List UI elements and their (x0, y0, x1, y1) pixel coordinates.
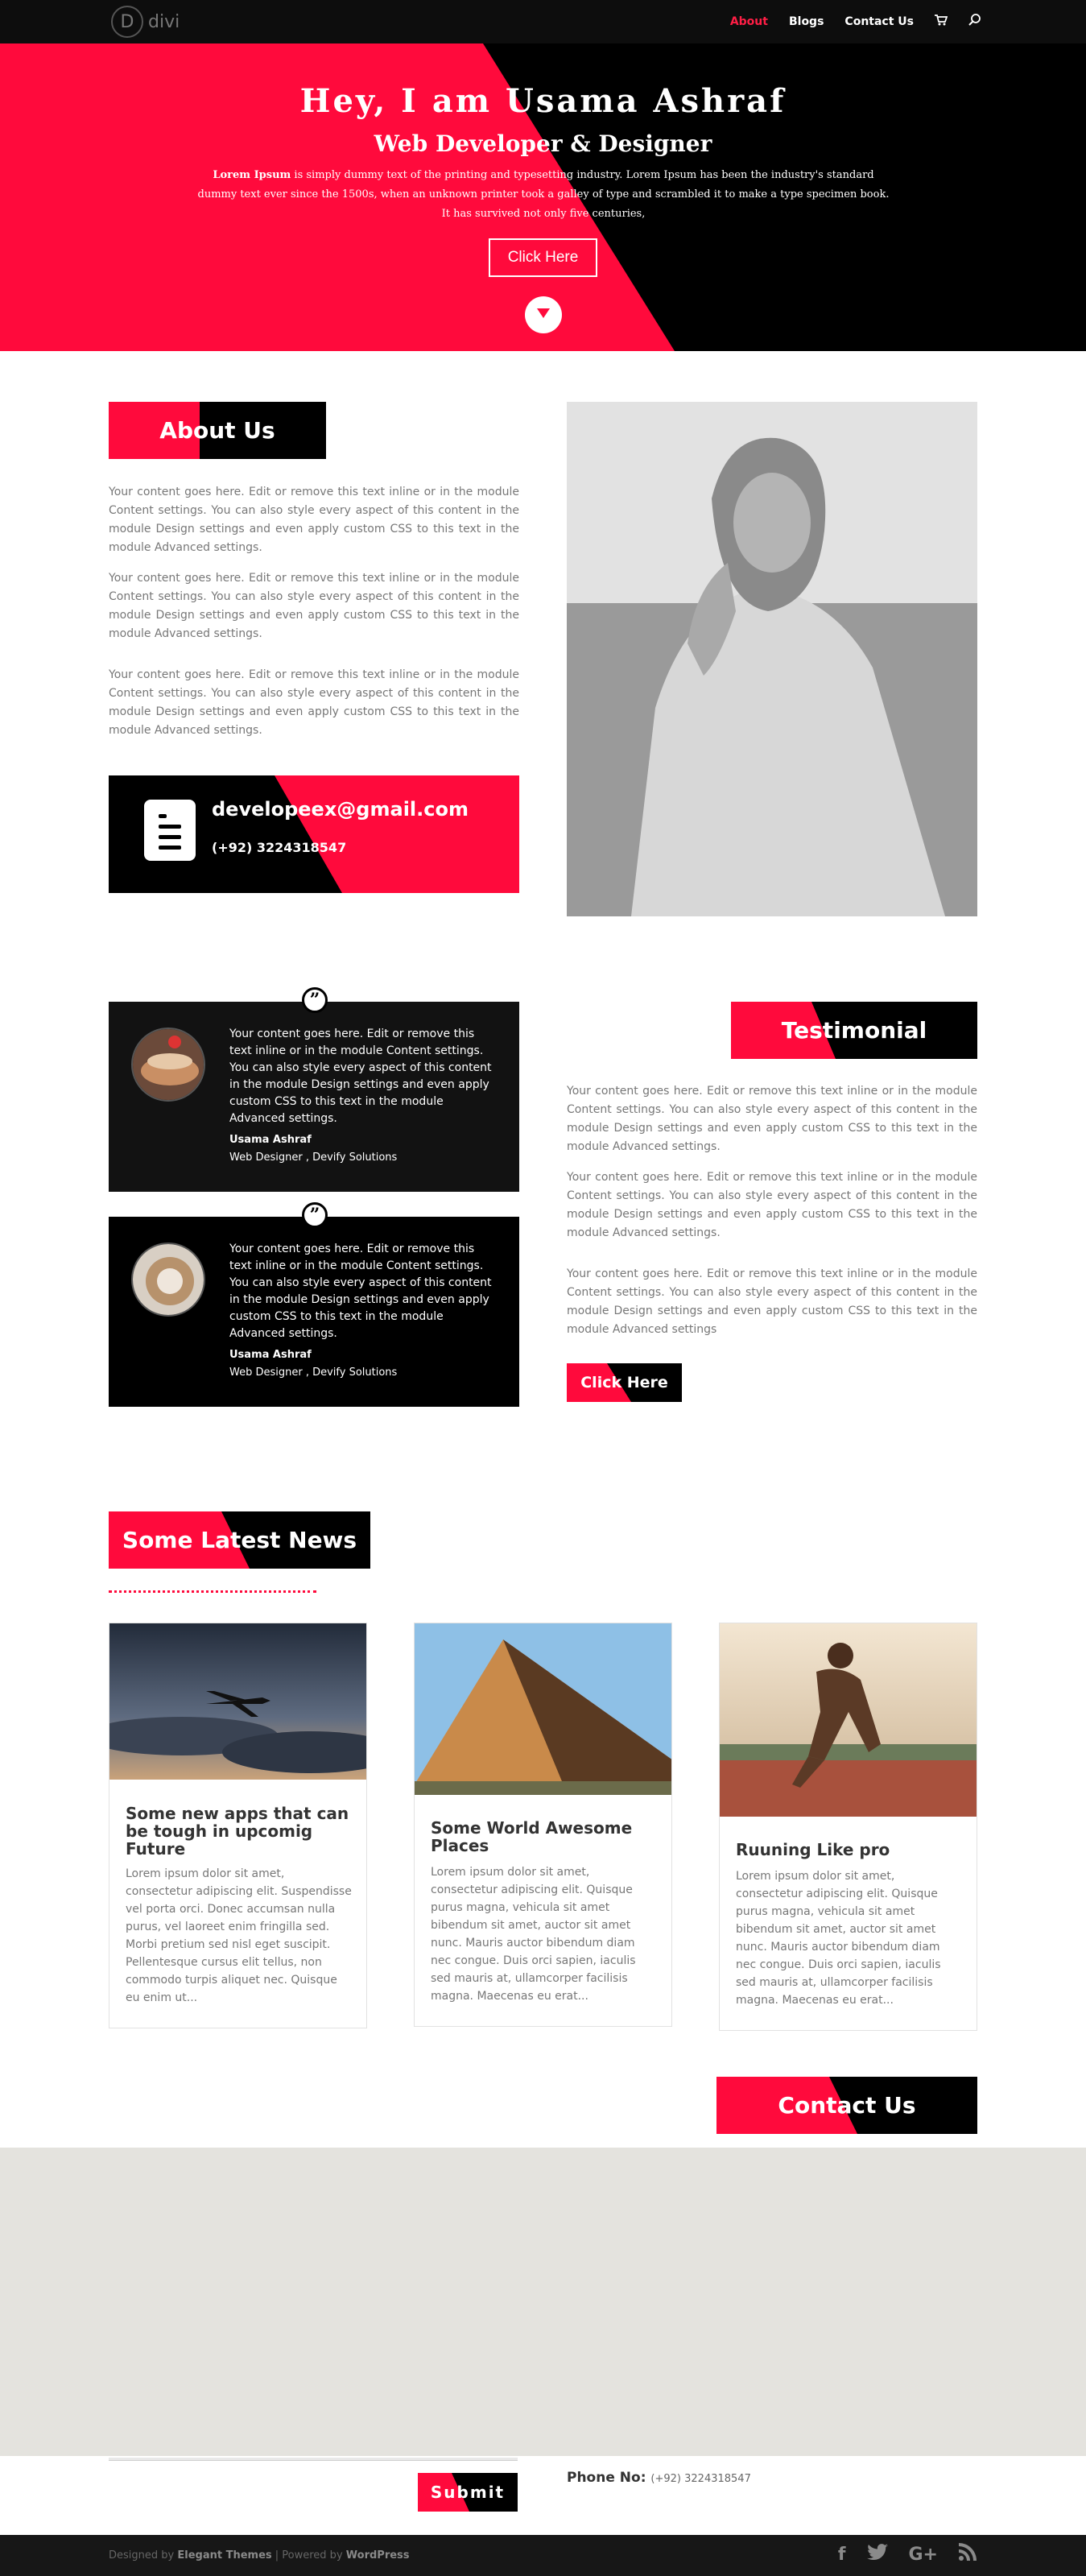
twitter-icon[interactable] (866, 2544, 888, 2565)
news-excerpt: Lorem ipsum dolor sit amet, consectetur … (431, 1866, 636, 2003)
testimonial-heading-text: Testimonial (781, 1017, 927, 1044)
news-excerpt: Lorem ipsum dolor sit amet, consectetur … (126, 1867, 352, 2004)
footer-social: f G+ (838, 2543, 977, 2566)
contact-heading-text: Contact Us (778, 2092, 916, 2119)
facebook-icon[interactable]: f (838, 2545, 846, 2565)
search-icon[interactable] (968, 13, 981, 31)
phone-label: Phone No: (567, 2470, 646, 2486)
about-heading: About Us (109, 402, 326, 459)
footer-designed-by: Designed by (109, 2549, 178, 2562)
cart-icon[interactable] (935, 14, 948, 30)
testimonial-name: Usama Ashraf (229, 1349, 312, 1361)
contact-phone-row: Phone No: (+92) 3224318547 (567, 2470, 751, 2486)
footer-elegant-link[interactable]: Elegant Themes (177, 2549, 271, 2562)
testimonial-card: ” Your content goes here. Edit or remove… (109, 1202, 519, 1407)
avatar (131, 1243, 205, 1317)
google-plus-icon[interactable]: G+ (909, 2545, 939, 2565)
submit-label: Submit (430, 2483, 506, 2502)
button-label: Click Here (580, 1374, 668, 1391)
quote-icon: ” (302, 1202, 328, 1228)
hero-text-body: is simply dummy text of the printing and… (197, 169, 890, 220)
hero-text-bold: Lorem Ipsum (213, 169, 291, 181)
testimonial-heading: Testimonial (731, 1002, 977, 1059)
nav-contact-us[interactable]: Contact Us (844, 15, 914, 28)
contact-heading: Contact Us (716, 2077, 977, 2134)
footer-powered-by: | Powered by (271, 2549, 346, 2562)
testimonial-role: Web Designer , Devify Solutions (229, 1152, 398, 1164)
main-nav: About Blogs Contact Us (730, 0, 981, 43)
rss-icon[interactable] (959, 2543, 977, 2566)
news-image-dune[interactable] (415, 1623, 671, 1795)
news-card[interactable]: Some World Awesome Places Lorem ipsum do… (414, 1623, 672, 2027)
scroll-down-button[interactable] (525, 296, 562, 333)
news-title[interactable]: Some World Awesome Places (431, 1819, 656, 1854)
about-portrait-image (567, 402, 977, 916)
about-paragraph: Your content goes here. Edit or remove t… (109, 486, 519, 554)
footer: Designed by Elegant Themes | Powered by … (0, 2535, 1086, 2576)
site-logo[interactable]: D divi (111, 5, 180, 39)
phone-value: (+92) 3224318547 (650, 2473, 751, 2485)
news-heading-text: Some Latest News (122, 1527, 357, 1553)
news-card[interactable]: Some new apps that can be tough in upcom… (109, 1623, 367, 2028)
hero-section: Hey, I am Usama Ashraf Web Developer & D… (0, 43, 1086, 351)
testimonial-name: Usama Ashraf (229, 1134, 312, 1146)
nav-blogs[interactable]: Blogs (789, 15, 824, 28)
news-heading: Some Latest News (109, 1511, 370, 1569)
testimonial-paragraph: Your content goes here. Edit or remove t… (567, 1085, 977, 1153)
testimonial-click-here-button[interactable]: Click Here (567, 1363, 682, 1402)
logo-mark: D (111, 6, 143, 38)
document-icon (144, 800, 196, 861)
hero-title: Hey, I am Usama Ashraf (299, 82, 787, 120)
news-title[interactable]: Ruuning Like pro (736, 1841, 961, 1859)
top-header: D divi About Blogs Contact Us (0, 0, 1086, 43)
testimonial-text: Your content goes here. Edit or remove t… (229, 1243, 492, 1340)
contact-phone: (+92) 3224318547 (212, 840, 347, 855)
about-paragraph: Your content goes here. Edit or remove t… (109, 668, 519, 737)
news-divider (109, 1590, 316, 1593)
news-image-airplane[interactable] (109, 1623, 366, 1780)
hero-text: Lorem Ipsum is simply dummy text of the … (197, 166, 890, 224)
quote-icon: ” (302, 987, 328, 1013)
nav-about[interactable]: About (730, 15, 768, 28)
footer-credit: Designed by Elegant Themes | Powered by … (109, 2549, 410, 2562)
news-image-runner[interactable] (720, 1623, 977, 1817)
avatar (131, 1028, 205, 1102)
logo-text: divi (148, 11, 180, 32)
hero-subtitle: Web Developer & Designer (374, 130, 712, 157)
about-heading-text: About Us (159, 417, 275, 444)
footer-wordpress-link[interactable]: WordPress (346, 2549, 410, 2562)
news-excerpt: Lorem ipsum dolor sit amet, consectetur … (736, 1870, 941, 2007)
map-area[interactable] (0, 2148, 1086, 2456)
testimonial-paragraph: Your content goes here. Edit or remove t… (567, 1267, 977, 1336)
submit-button[interactable]: Submit (418, 2473, 518, 2512)
about-contact-box: developeex@gmail.com (+92) 3224318547 (109, 775, 519, 893)
testimonial-role: Web Designer , Devify Solutions (229, 1367, 398, 1379)
contact-email[interactable]: developeex@gmail.com (212, 798, 469, 821)
about-paragraph: Your content goes here. Edit or remove t… (109, 572, 519, 640)
hero-click-here-button[interactable]: Click Here (489, 238, 597, 277)
arrow-down-icon (536, 308, 551, 323)
testimonial-card: ” Your content goes here. Edit or remove… (109, 987, 519, 1192)
testimonial-text: Your content goes here. Edit or remove t… (229, 1028, 492, 1125)
message-field[interactable] (109, 2458, 518, 2461)
testimonial-paragraph: Your content goes here. Edit or remove t… (567, 1171, 977, 1239)
news-card[interactable]: Ruuning Like pro Lorem ipsum dolor sit a… (719, 1623, 977, 2031)
news-title[interactable]: Some new apps that can be tough in upcom… (126, 1805, 351, 1858)
